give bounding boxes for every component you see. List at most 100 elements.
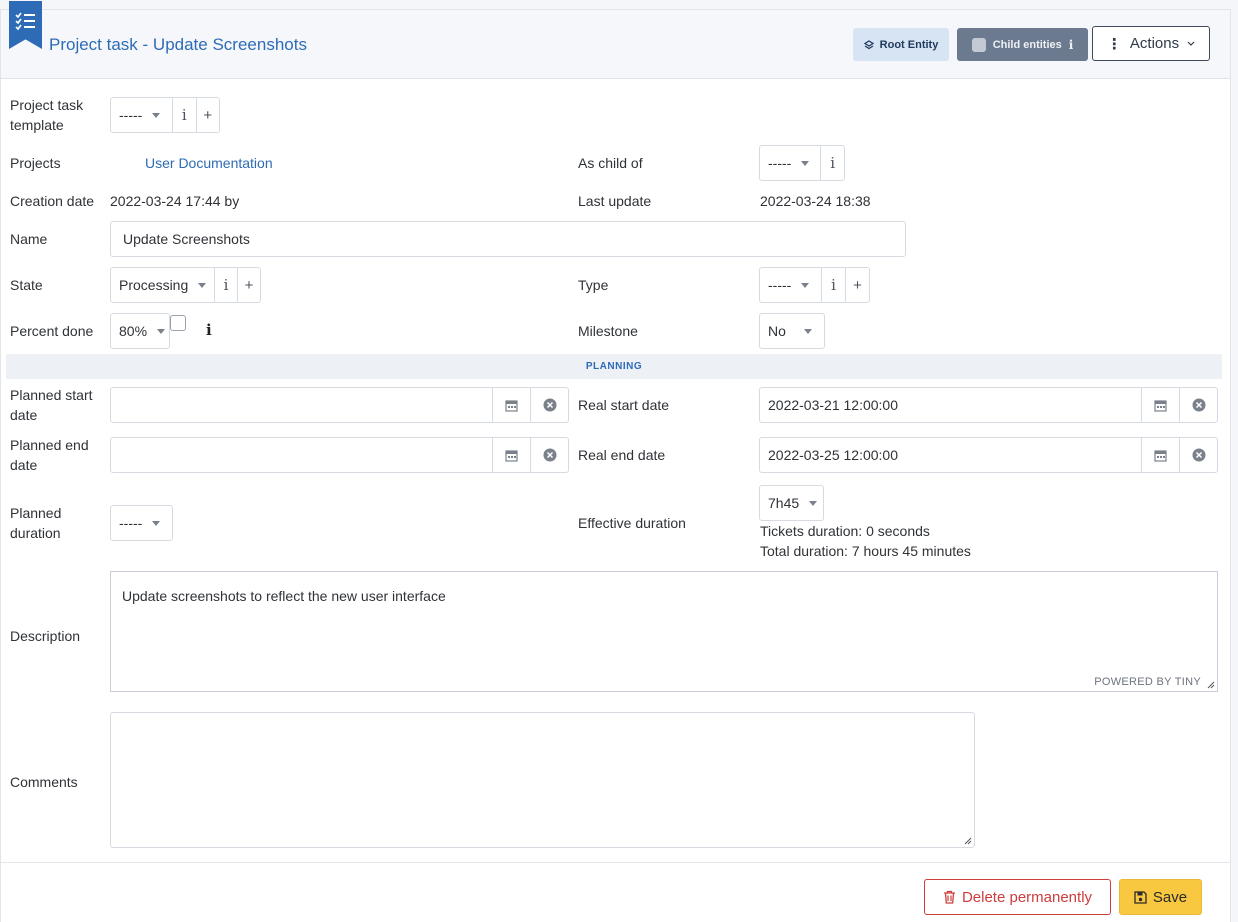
planning-section-header: PLANNING bbox=[6, 354, 1222, 379]
auto-percent-checkbox[interactable] bbox=[170, 315, 186, 331]
calendar-icon[interactable] bbox=[1141, 388, 1179, 422]
child-entities-toggle[interactable]: Child entities i bbox=[957, 28, 1088, 61]
resize-grip-icon[interactable] bbox=[1206, 680, 1215, 689]
child-entities-checkbox[interactable] bbox=[971, 37, 986, 52]
state-label: State bbox=[10, 277, 43, 293]
milestone-value: No bbox=[768, 323, 786, 339]
name-label: Name bbox=[10, 231, 48, 247]
caret-down-icon bbox=[801, 160, 810, 166]
name-input[interactable]: Update Screenshots bbox=[110, 221, 906, 257]
state-select[interactable]: Processing i + bbox=[110, 267, 261, 303]
milestone-select[interactable]: No bbox=[759, 313, 825, 349]
real-start-date-input[interactable]: 2022-03-21 12:00:00 bbox=[759, 387, 1218, 423]
as-child-of-select[interactable]: ----- i bbox=[759, 145, 845, 181]
clear-icon[interactable] bbox=[530, 388, 568, 422]
percent-done-label: Percent done bbox=[10, 323, 94, 339]
planned-end-date-label: Planned end date bbox=[10, 437, 89, 473]
plus-icon[interactable]: + bbox=[195, 98, 220, 132]
name-value: Update Screenshots bbox=[123, 231, 250, 247]
plus-icon[interactable]: + bbox=[845, 268, 869, 302]
delete-permanently-button[interactable]: Delete permanently bbox=[924, 879, 1111, 915]
footer-divider bbox=[1, 862, 1230, 863]
milestone-label: Milestone bbox=[578, 323, 638, 339]
description-label: Description bbox=[10, 628, 81, 644]
caret-down-icon bbox=[152, 520, 161, 526]
root-entity-label: Root Entity bbox=[879, 38, 939, 51]
save-label: Save bbox=[1152, 888, 1188, 906]
info-icon[interactable]: i bbox=[820, 146, 844, 180]
resize-grip-icon[interactable] bbox=[963, 836, 972, 845]
actions-button[interactable]: ⋮ Actions bbox=[1092, 26, 1210, 61]
project-task-template-value: ----- bbox=[119, 107, 143, 123]
caret-down-icon bbox=[198, 282, 207, 288]
total-duration-text: Total duration: 7 hours 45 minutes bbox=[760, 543, 971, 559]
caret-down-icon bbox=[152, 112, 161, 118]
info-icon[interactable]: i bbox=[206, 321, 212, 339]
planned-start-date-input[interactable] bbox=[110, 387, 569, 423]
creation-date-label: Creation date bbox=[10, 193, 95, 209]
real-start-date-label: Real start date bbox=[578, 397, 670, 413]
trash-icon bbox=[943, 890, 955, 904]
last-update-label: Last update bbox=[578, 193, 652, 209]
real-end-date-value: 2022-03-25 12:00:00 bbox=[768, 447, 898, 463]
percent-done-value: 80% bbox=[119, 323, 148, 339]
clear-icon[interactable] bbox=[1179, 388, 1217, 422]
as-child-of-label: As child of bbox=[578, 155, 643, 171]
caret-down-icon bbox=[801, 282, 810, 288]
project-task-template-select[interactable]: ----- i + bbox=[110, 97, 220, 133]
comments-textarea[interactable] bbox=[110, 712, 975, 848]
plus-icon[interactable]: + bbox=[237, 268, 260, 302]
planned-end-date-value bbox=[111, 438, 492, 472]
caret-down-icon bbox=[157, 328, 166, 334]
percent-done-select[interactable]: 80% bbox=[110, 313, 170, 349]
page-title: Project task - Update Screenshots bbox=[49, 35, 307, 54]
actions-label: Actions bbox=[1129, 35, 1180, 52]
planned-duration-value: ----- bbox=[119, 515, 143, 531]
child-entities-label: Child entities bbox=[992, 38, 1062, 51]
planned-duration-select[interactable]: ----- bbox=[110, 505, 173, 541]
type-select[interactable]: ----- i + bbox=[759, 267, 870, 303]
state-value: Processing bbox=[119, 277, 189, 293]
description-text: Update screenshots to reflect the new us… bbox=[122, 588, 446, 604]
planned-start-date-value bbox=[111, 388, 492, 422]
info-icon: i bbox=[1068, 37, 1074, 52]
planned-end-date-input[interactable] bbox=[110, 437, 569, 473]
caret-down-icon bbox=[809, 500, 818, 506]
calendar-icon[interactable] bbox=[1141, 438, 1179, 472]
info-icon[interactable]: i bbox=[214, 268, 237, 302]
clear-icon[interactable] bbox=[1179, 438, 1217, 472]
chevron-down-icon bbox=[1187, 41, 1195, 46]
caret-down-icon bbox=[803, 328, 812, 334]
projects-link[interactable]: User Documentation bbox=[145, 153, 273, 173]
real-end-date-input[interactable]: 2022-03-25 12:00:00 bbox=[759, 437, 1218, 473]
as-child-of-value: ----- bbox=[768, 155, 792, 171]
planned-start-date-label: Planned start date bbox=[10, 387, 93, 423]
comments-label: Comments bbox=[10, 774, 78, 790]
description-editor[interactable]: Update screenshots to reflect the new us… bbox=[110, 571, 1218, 692]
last-update-value: 2022-03-24 18:38 bbox=[760, 193, 871, 209]
tickets-duration-text: Tickets duration: 0 seconds bbox=[760, 523, 930, 539]
project-task-template-label: Project task template bbox=[10, 97, 84, 133]
layers-icon bbox=[863, 39, 874, 49]
creation-date-value: 2022-03-24 17:44 by bbox=[110, 193, 240, 209]
floppy-disk-icon bbox=[1134, 890, 1147, 904]
calendar-icon[interactable] bbox=[492, 388, 530, 422]
clear-icon[interactable] bbox=[530, 438, 568, 472]
info-icon[interactable]: i bbox=[172, 98, 196, 132]
root-entity-button[interactable]: Root Entity bbox=[853, 28, 949, 61]
effective-duration-label: Effective duration bbox=[578, 515, 686, 531]
type-label: Type bbox=[578, 277, 609, 293]
save-button[interactable]: Save bbox=[1119, 879, 1202, 915]
info-icon[interactable]: i bbox=[821, 268, 845, 302]
type-value: ----- bbox=[768, 277, 792, 293]
calendar-icon[interactable] bbox=[492, 438, 530, 472]
project-task-form-card: Project task - Update Screenshots Root E… bbox=[0, 1, 1231, 922]
projects-label: Projects bbox=[10, 155, 61, 171]
powered-by-tiny[interactable]: POWERED BY TINY bbox=[1094, 676, 1201, 688]
delete-label: Delete permanently bbox=[961, 888, 1093, 906]
effective-duration-select[interactable]: 7h45 bbox=[759, 485, 824, 521]
real-end-date-label: Real end date bbox=[578, 447, 666, 463]
real-start-date-value: 2022-03-21 12:00:00 bbox=[768, 397, 898, 413]
planned-duration-label: Planned duration bbox=[10, 505, 62, 541]
task-list-icon bbox=[9, 1, 42, 49]
